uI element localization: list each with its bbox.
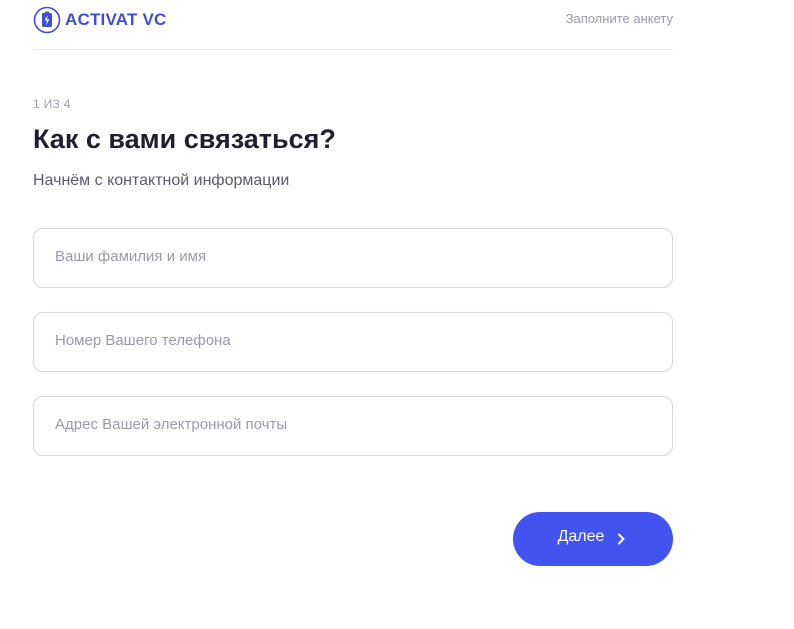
- page-title: Как с вами связаться?: [33, 124, 336, 154]
- page-subtitle: Начнём с контактной информации: [33, 172, 290, 189]
- battery-bolt-icon: [33, 6, 61, 33]
- top-header: ACTIVAT VC Заполните анкету: [33, 0, 673, 50]
- fill-form-link[interactable]: Заполните анкету: [566, 11, 673, 26]
- next-button[interactable]: Далее: [513, 512, 673, 566]
- logo-text: ACTIVAT VC: [65, 9, 167, 29]
- chevron-right-icon: [618, 533, 625, 544]
- email-field[interactable]: [33, 396, 673, 456]
- full-name-field[interactable]: [33, 228, 673, 288]
- step-indicator: 1 ИЗ 4: [33, 97, 71, 111]
- phone-field[interactable]: [33, 312, 673, 372]
- next-button-label: Далее: [557, 528, 605, 545]
- logo[interactable]: ACTIVAT VC: [33, 5, 166, 34]
